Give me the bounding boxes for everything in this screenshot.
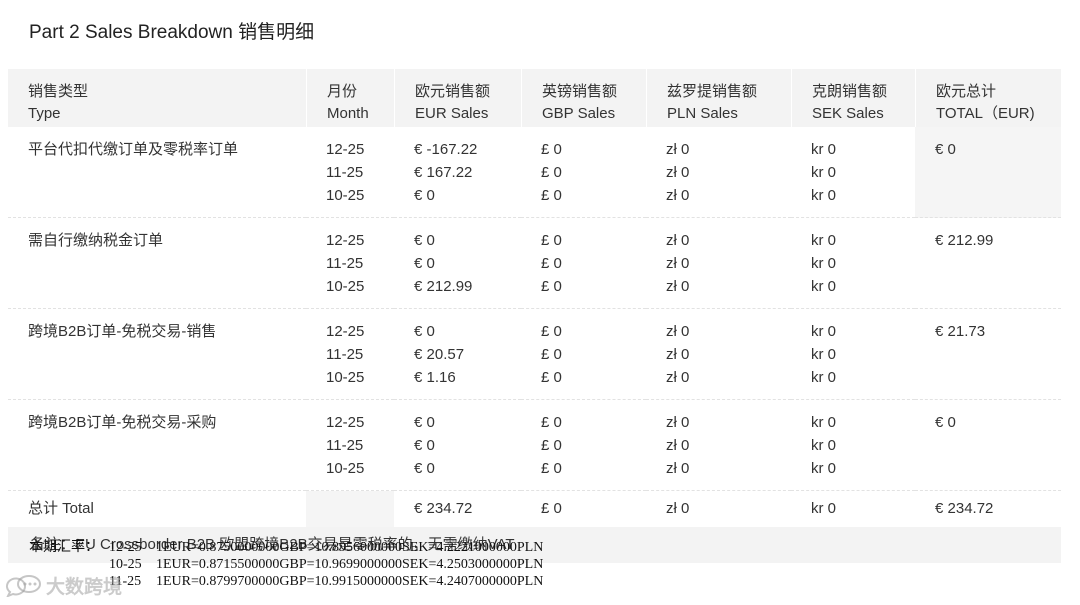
total-row: 总计 Total € 234.72 £ 0 zł 0 kr 0 € 234.72 <box>8 491 1061 527</box>
rate-value: 1EUR=0.8715500000GBP=10.9699000000SEK=4.… <box>156 557 544 572</box>
row-total: € 0 <box>915 400 1061 491</box>
row-gbp: £ 0 £ 0 £ 0 <box>521 218 646 309</box>
header-sek-sales: 克朗销售额 SEK Sales <box>791 69 915 127</box>
page-title: Part 2 Sales Breakdown 销售明细 <box>29 22 315 43</box>
row-gbp: £ 0 £ 0 £ 0 <box>521 400 646 491</box>
total-eur: € 234.72 <box>414 500 473 517</box>
row-sek: kr 0 kr 0 kr 0 <box>791 218 915 309</box>
total-sek: kr 0 <box>811 500 837 517</box>
row-pln: zł 0 zł 0 zł 0 <box>646 218 791 309</box>
row-sek: kr 0 kr 0 kr 0 <box>791 309 915 400</box>
rate-month: 12-25 <box>109 540 142 555</box>
rate-value: 1EUR=0.8799700000GBP=10.9915000000SEK=4.… <box>156 574 544 589</box>
chat-bubble-icon <box>4 574 42 598</box>
row-months: 12-25 11-25 10-25 <box>306 127 394 218</box>
rate-line: 10-25 1EUR=0.8715500000GBP=10.9699000000S… <box>29 556 543 573</box>
header-type: 销售类型 Type <box>8 69 306 127</box>
row-type: 跨境B2B订单-免税交易-销售 <box>8 309 306 400</box>
rate-month: 10-25 <box>109 557 142 572</box>
row-months: 12-25 11-25 10-25 <box>306 309 394 400</box>
watermark-text: 大数跨境 <box>46 577 123 598</box>
row-type: 平台代扣代缴订单及零税率订单 <box>8 127 306 218</box>
row-pln: zł 0 zł 0 zł 0 <box>646 309 791 400</box>
total-pln: zł 0 <box>666 500 690 517</box>
watermark: 大数跨境 <box>4 572 122 599</box>
total-month-empty <box>306 491 394 527</box>
row-sek: kr 0 kr 0 kr 0 <box>791 127 915 218</box>
total-eur-overall: € 234.72 <box>935 500 994 517</box>
table-row: 需自行缴纳税金订单 12-25 11-25 10-25 € 0 € 0 € 212.99… <box>8 218 1061 309</box>
row-total: € 212.99 <box>915 218 1061 309</box>
row-months: 12-25 11-25 10-25 <box>306 218 394 309</box>
sales-breakdown-table: 销售类型 Type 月份 Month 欧元销售额 EUR Sales 英镑销售额 GBP… <box>8 69 1061 563</box>
row-pln: zł 0 zł 0 zł 0 <box>646 127 791 218</box>
header-gbp-sales: 英镑销售额 GBP Sales <box>521 69 646 127</box>
header-month: 月份 Month <box>306 69 394 127</box>
header-eur-sales: 欧元销售额 EUR Sales <box>394 69 521 127</box>
row-gbp: £ 0 £ 0 £ 0 <box>521 309 646 400</box>
rates-label: 本期汇率： <box>29 538 99 554</box>
row-total: € 21.73 <box>915 309 1061 400</box>
row-type: 需自行缴纳税金订单 <box>8 218 306 309</box>
sales-breakdown-table-container: 销售类型 Type 月份 Month 欧元销售额 EUR Sales 英镑销售额 GBP… <box>8 69 1061 563</box>
row-eur: € 0 € 0 € 0 <box>394 400 521 491</box>
row-eur: € 0 € 0 € 212.99 <box>394 218 521 309</box>
row-total: € 0 <box>915 127 1061 218</box>
table-row: 跨境B2B订单-免税交易-销售 12-25 11-25 10-25 € 0 € 20.… <box>8 309 1061 400</box>
row-eur: € -167.22 € 167.22 € 0 <box>394 127 521 218</box>
header-pln-sales: 兹罗提销售额 PLN Sales <box>646 69 791 127</box>
rate-value: 1EUR=0.8750000000GBP=10.8956000000SEK=4.… <box>156 540 544 555</box>
row-type: 跨境B2B订单-免税交易-采购 <box>8 400 306 491</box>
row-sek: kr 0 kr 0 kr 0 <box>791 400 915 491</box>
header-total-eur: 欧元总计 TOTAL（EUR) <box>915 69 1061 127</box>
row-eur: € 0 € 20.57 € 1.16 <box>394 309 521 400</box>
table-row: 跨境B2B订单-免税交易-采购 12-25 11-25 10-25 € 0 € 0 € … <box>8 400 1061 491</box>
row-months: 12-25 11-25 10-25 <box>306 400 394 491</box>
row-pln: zł 0 zł 0 zł 0 <box>646 400 791 491</box>
table-header-row: 销售类型 Type 月份 Month 欧元销售额 EUR Sales 英镑销售额 GBP… <box>8 69 1061 127</box>
rate-line: 本期汇率： 12-25 1EUR=0.8750000000GBP=10.895600… <box>29 538 543 556</box>
total-gbp: £ 0 <box>541 500 562 517</box>
table-row: 平台代扣代缴订单及零税率订单 12-25 11-25 10-25 € -167.22… <box>8 127 1061 218</box>
table-body: 平台代扣代缴订单及零税率订单 12-25 11-25 10-25 € -167.22… <box>8 127 1061 563</box>
row-gbp: £ 0 £ 0 £ 0 <box>521 127 646 218</box>
total-label: 总计 Total <box>28 500 94 517</box>
